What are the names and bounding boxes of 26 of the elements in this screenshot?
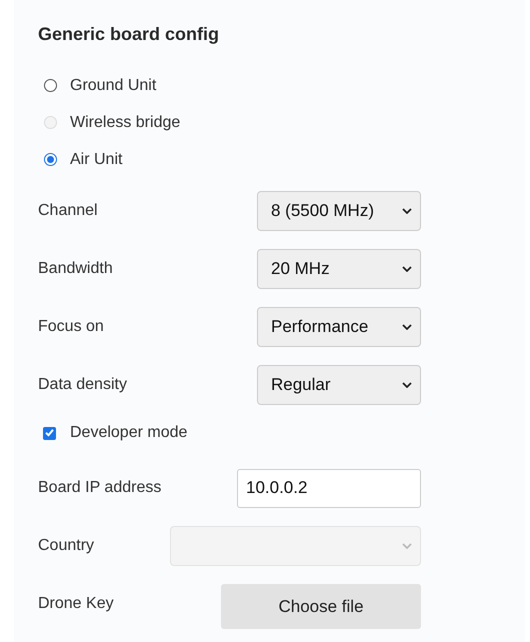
radio-button[interactable]	[44, 153, 57, 166]
input-field[interactable]: 10.0.0.2	[237, 468, 421, 508]
field-label: Country	[38, 537, 94, 555]
field-label: Board IP address	[38, 479, 162, 497]
checkbox[interactable]	[43, 426, 56, 440]
select-dropdown[interactable]: 8 (5500 MHz)	[257, 191, 421, 231]
radio-label: Air Unit	[70, 150, 122, 168]
select-dropdown[interactable]: Performance	[257, 307, 421, 347]
field-label: Data density	[38, 376, 127, 394]
field-label: Drone Key	[38, 595, 114, 613]
caret-icon	[402, 266, 412, 272]
panel-title: Generic board config	[38, 24, 220, 45]
select-dropdown[interactable]: Regular	[257, 365, 421, 405]
checkbox-label: Developer mode	[70, 424, 188, 442]
field-label: Channel	[38, 202, 98, 220]
caret-icon	[402, 543, 412, 549]
field-label: Focus on	[38, 318, 104, 336]
choose-file-button[interactable]: Choose file	[221, 584, 421, 629]
caret-icon	[402, 208, 412, 214]
caret-icon	[402, 382, 412, 388]
radio-label: Wireless bridge	[70, 114, 180, 132]
radio-button[interactable]	[44, 79, 57, 92]
field-label: Bandwidth	[38, 260, 113, 278]
radio-label: Ground Unit	[70, 76, 156, 94]
caret-icon	[402, 324, 412, 330]
select-dropdown[interactable]: 20 MHz	[257, 249, 421, 289]
